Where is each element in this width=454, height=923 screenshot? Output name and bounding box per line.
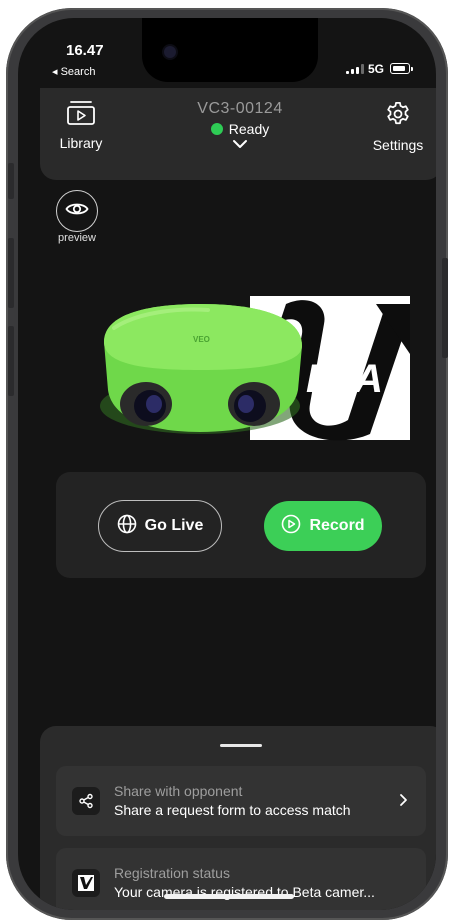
device-status: Ready [170,121,310,137]
settings-label: Settings [372,137,424,153]
power-button [442,258,448,358]
phone-frame: 16.47 ◂ Search 5G Library VC3-00124 Read… [6,8,448,920]
settings-button[interactable]: Settings [368,100,428,153]
record-button[interactable]: Record [264,501,382,551]
camera-logo-text: VEO [193,335,210,344]
action-card: Go Live Record [56,472,426,578]
preview-button[interactable] [56,190,98,232]
status-bar: 16.47 ◂ Search 5G [18,18,436,86]
go-live-label: Go Live [144,517,204,534]
share-row-subtitle: Share a request form to access match [114,802,351,818]
share-icon [72,787,100,815]
registration-row-title: Registration status [114,865,230,881]
device-selector[interactable]: VC3-00124 Ready [170,100,310,149]
notch [142,18,318,82]
home-indicator[interactable] [164,894,294,899]
volume-up-button [8,238,14,308]
eye-icon [65,201,89,222]
signal-icon [346,64,364,74]
status-dot-icon [210,123,223,135]
share-row-text: Share with opponent Share a request form… [114,783,404,818]
status-time: 16.47 [66,42,104,59]
play-circle-icon [281,514,301,539]
beta-logo-text: ETA [306,357,383,401]
library-label: Library [59,135,103,151]
camera-device: VEO [100,304,302,434]
library-icon [66,101,96,130]
library-button[interactable]: Library [54,100,108,151]
top-header: Library VC3-00124 Ready Settings [40,88,436,180]
share-row-title: Share with opponent [114,783,243,799]
globe-icon [117,514,137,539]
sheet-grabber-handle[interactable] [220,744,262,747]
screen: 16.47 ◂ Search 5G Library VC3-00124 Read… [18,18,436,910]
front-camera [164,46,176,58]
silent-switch [8,163,14,199]
share-with-opponent-row[interactable]: Share with opponent Share a request form… [56,766,426,836]
gear-icon [384,102,412,132]
camera-image: ETA VEO [88,294,424,444]
back-to-search-link[interactable]: ◂ Search [52,65,95,78]
chevron-down-icon [170,139,310,149]
record-label: Record [309,517,365,534]
chevron-right-icon [398,793,408,812]
registration-logo-icon [72,869,100,897]
device-id: VC3-00124 [197,100,283,117]
preview-label: preview [58,232,96,244]
registration-status-row[interactable]: Registration status Your camera is regis… [56,848,426,910]
bottom-sheet: Share with opponent Share a request form… [40,726,436,910]
battery-icon [390,63,413,74]
device-status-text: Ready [228,121,270,137]
go-live-button[interactable]: Go Live [98,500,222,552]
volume-down-button [8,326,14,396]
network-type: 5G [368,62,385,76]
